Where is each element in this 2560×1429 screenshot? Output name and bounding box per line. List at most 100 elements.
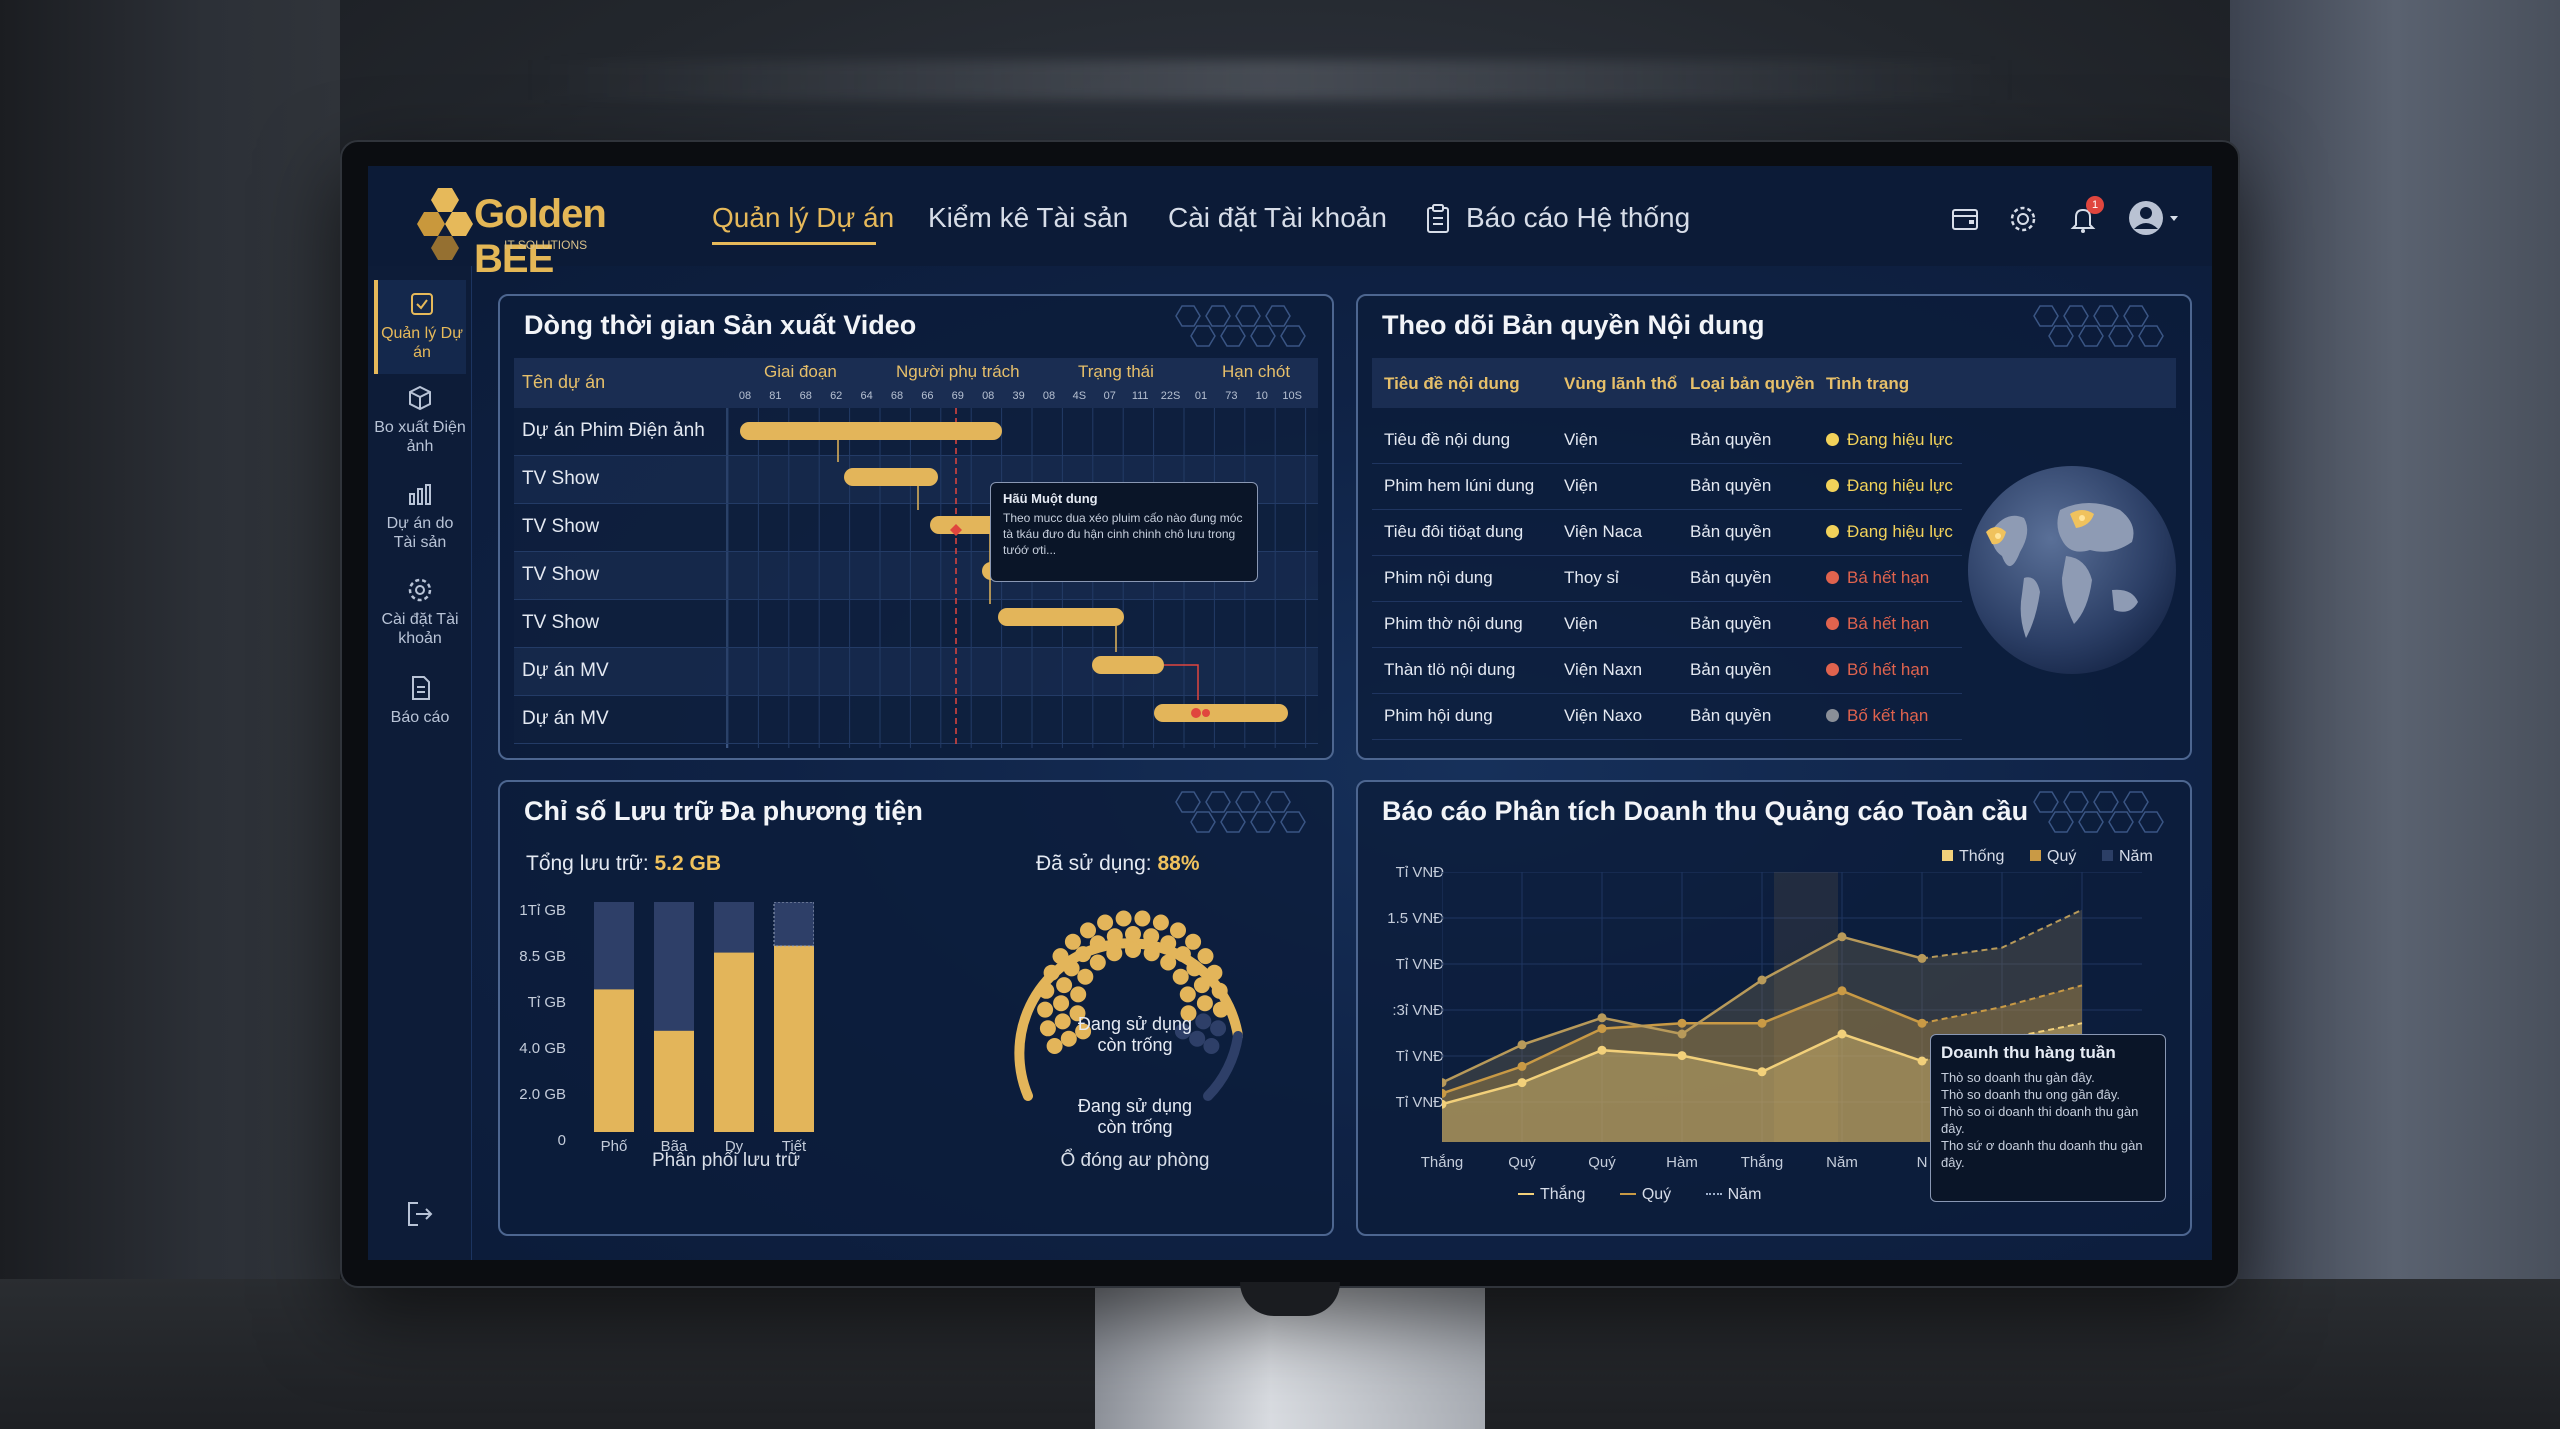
gauge-dot: [1080, 922, 1096, 939]
gauge-dot: [1160, 935, 1177, 952]
storage-bar[interactable]: [714, 952, 754, 1132]
gauge-dot: [1193, 977, 1210, 994]
storage-y-tick: Tỉ GB: [527, 994, 566, 1011]
total-storage: Tổng lưu trữ: 5.2 GB: [526, 852, 721, 876]
cell-title: Thàn tlö nội dung: [1384, 660, 1516, 679]
revenue-point[interactable]: [1837, 932, 1847, 942]
background-left: [0, 0, 340, 1429]
legend-quarter[interactable]: Quý: [2030, 848, 2076, 866]
revenue-point[interactable]: [1597, 1045, 1607, 1055]
legend-label: Quý: [2047, 848, 2077, 865]
storage-bar[interactable]: [594, 989, 634, 1132]
honeycomb-decoration-icon: [1175, 791, 1306, 833]
revenue-bottom-legend: Thắng Quý Năm: [1518, 1186, 1761, 1204]
revenue-point[interactable]: [1677, 1018, 1687, 1028]
status-text: Đang hiệu lực: [1847, 430, 1953, 449]
chevron-down-icon: [2170, 216, 2178, 221]
legend-label: Thống: [1959, 848, 2005, 865]
gantt-tick-label: 81: [769, 390, 782, 402]
revenue-point[interactable]: [1517, 1078, 1527, 1088]
revenue-point[interactable]: [1757, 1018, 1767, 1028]
user-avatar-menu[interactable]: [2128, 198, 2184, 238]
cell-region: Viện: [1564, 614, 1598, 633]
storage-y-tick: 2.0 GB: [519, 1086, 566, 1103]
gauge-dot: [1170, 922, 1186, 939]
storage-bar[interactable]: [774, 945, 814, 1132]
total-storage-value: 5.2 GB: [654, 852, 722, 875]
revenue-point[interactable]: [1517, 1061, 1527, 1071]
status-text: Bố hết hạn: [1847, 660, 1930, 679]
legend-year[interactable]: Năm: [2102, 848, 2153, 866]
storage-bar[interactable]: [654, 1030, 694, 1132]
gantt-row-label: Dự án MV: [522, 708, 609, 729]
sidebar-item-label: Bo xuất Điện ảnh: [374, 419, 466, 455]
used-storage: Đã sử dụng: 88%: [1036, 852, 1200, 876]
gantt-tick-label: 10: [1255, 390, 1268, 402]
left-sidebar: Quản lý Dự án Bo xuất Điện ảnh Dự án do …: [368, 266, 472, 1260]
gantt-tick-label: 62: [830, 390, 843, 402]
gauge-dot: [1179, 986, 1196, 1003]
nav-asset-inventory[interactable]: Kiểm kê Tài sản: [928, 202, 1128, 234]
sidebar-item-account-settings[interactable]: Cài đặt Tài khoản: [374, 576, 466, 648]
gantt-tick-label: 64: [860, 390, 873, 402]
sidebar-item-film-production[interactable]: Bo xuất Điện ảnh: [374, 384, 466, 456]
cell-region: Viện: [1564, 476, 1598, 495]
nav-project-management[interactable]: Quản lý Dự án: [712, 202, 894, 234]
revenue-point[interactable]: [1757, 975, 1767, 985]
panel-title: Chỉ số Lưu trữ Đa phương tiện: [524, 796, 923, 826]
gauge-dot: [1125, 926, 1141, 942]
panel-title: Theo dõi Bản quyền Nội dung: [1382, 310, 1765, 340]
gantt-tick-label: 08: [1042, 390, 1056, 402]
revenue-point[interactable]: [1917, 953, 1927, 963]
revenue-point[interactable]: [1677, 1051, 1687, 1061]
sidebar-item-reports[interactable]: Báo cáo: [374, 674, 466, 727]
revenue-x-tick: Thắng: [1740, 1154, 1784, 1171]
sidebar-item-asset-projects[interactable]: Dự án do Tài sản: [374, 480, 466, 552]
nav-system-report[interactable]: Báo cáo Hệ thống: [1466, 202, 1690, 234]
revenue-point[interactable]: [1757, 1067, 1767, 1077]
gantt-tick-label: 22S: [1160, 390, 1181, 402]
project-icon: [411, 293, 433, 315]
settings-gear-icon[interactable]: [2008, 204, 2038, 234]
gauge-dot: [1077, 968, 1094, 985]
legend-month[interactable]: Thống: [1942, 848, 2004, 866]
status-dot: [1826, 617, 1839, 630]
cell-region: Viện Naxn: [1564, 660, 1643, 679]
revenue-point[interactable]: [1837, 1029, 1847, 1039]
cell-status: Đang hiệu lực: [1826, 522, 1953, 542]
cell-region: Viện Naca: [1564, 522, 1643, 541]
gantt-tick-label: 68: [799, 390, 812, 402]
revenue-point[interactable]: [1917, 1056, 1927, 1066]
gauge-used-label: Đang sử dụng: [1077, 1014, 1193, 1034]
used-storage-label: Đã sử dụng:: [1036, 852, 1152, 875]
wallet-icon[interactable]: [1950, 204, 1980, 234]
gantt-tick-label: 08: [738, 390, 752, 402]
revenue-point[interactable]: [1837, 986, 1847, 996]
gantt-bar: [1092, 656, 1164, 674]
revenue-point[interactable]: [1677, 1029, 1687, 1039]
cell-region: Thoy sỉ: [1564, 568, 1619, 587]
revenue-point[interactable]: [1597, 1024, 1607, 1034]
cell-title: Phim thờ nội dung: [1384, 614, 1523, 633]
status-dot: [1826, 571, 1839, 584]
gauge-dot: [1185, 933, 1202, 950]
revenue-point[interactable]: [1597, 1013, 1607, 1023]
gauge-dot: [1172, 968, 1189, 985]
gauge-caption: Ổ đóng aư phòng: [1060, 1150, 1210, 1171]
tooltip-title: Doaınh thu hàng tuần: [1941, 1043, 2116, 1062]
status-dot: [1826, 479, 1839, 492]
company-logo[interactable]: Golden BEE IT SOLUTIONS: [412, 184, 652, 281]
gantt-row-label: Dự án Phim Điện ảnh: [522, 420, 705, 441]
sidebar-item-project-management[interactable]: Quản lý Dự án: [374, 280, 466, 374]
revenue-point[interactable]: [1517, 1040, 1527, 1050]
gauge-dot: [1053, 995, 1070, 1012]
storage-bar-chart: [594, 902, 814, 1132]
logout-icon[interactable]: [404, 1198, 436, 1230]
gauge-dot: [1106, 928, 1123, 945]
nav-account-settings[interactable]: Cài đặt Tài khoản: [1168, 202, 1387, 234]
gauge-dot: [1075, 946, 1092, 963]
tooltip-line: Thò so oi doanh thi doanh thu gàn đây.: [1941, 1104, 2139, 1136]
revenue-point[interactable]: [1917, 1018, 1927, 1028]
tooltip-line: Thò so doanh thu ong gần đây.: [1941, 1087, 2121, 1102]
cell-license: Bản quyền: [1690, 614, 1772, 633]
